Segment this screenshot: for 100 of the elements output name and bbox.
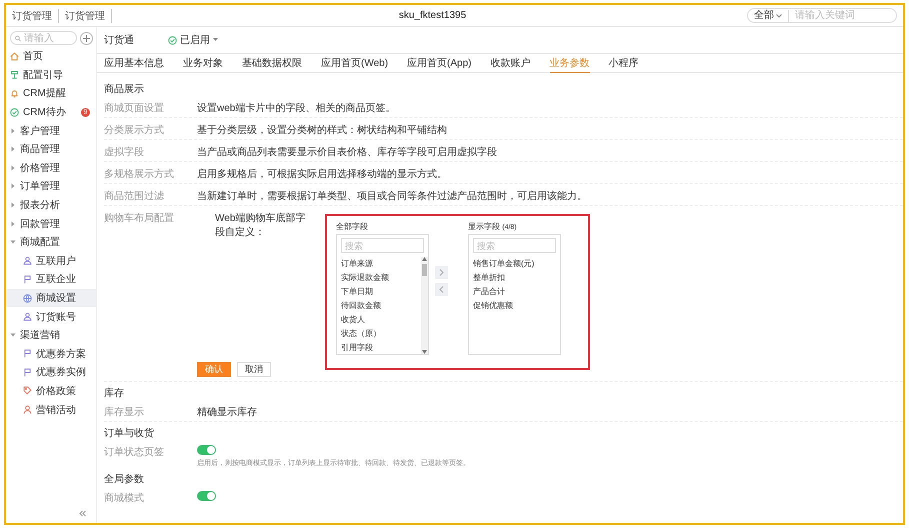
- caret-icon: [10, 332, 16, 338]
- tab[interactable]: 应用首页(Web): [321, 54, 388, 73]
- sidebar-item[interactable]: 优惠券方案: [6, 344, 96, 364]
- signpost-icon: [10, 70, 19, 80]
- page-title: sku_fktest1395: [398, 10, 468, 21]
- caret-icon: [10, 239, 16, 246]
- search-field[interactable]: 搜索: [473, 238, 556, 253]
- section-title: 库存: [104, 386, 125, 400]
- scrollbar[interactable]: [421, 257, 428, 354]
- sidebar-item[interactable]: 价格政策: [6, 382, 96, 400]
- caret-icon: [213, 38, 218, 42]
- list-item[interactable]: 实际退款金额: [341, 271, 421, 285]
- setting-value: 当新建订单时，需要根据订单类型、项目或合同等条件过滤产品范围时，可启用该能力。: [197, 190, 587, 203]
- search-field[interactable]: 搜索: [341, 238, 424, 253]
- list-item[interactable]: 引用字段: [341, 341, 421, 355]
- double-chevron-left-icon: [79, 510, 86, 517]
- sidebar-item[interactable]: 订货账号: [6, 307, 96, 326]
- sidebar-item[interactable]: 配置引导: [6, 66, 96, 84]
- tab[interactable]: 收款账户: [490, 54, 530, 73]
- scroll-up-icon[interactable]: [422, 257, 427, 261]
- setting-label: 多规格展示方式: [104, 168, 175, 181]
- tab[interactable]: 基础数据权限: [242, 54, 302, 73]
- plus-icon: [83, 34, 90, 42]
- list-title: 全部字段: [336, 222, 369, 232]
- setting-label: 虚拟字段: [104, 146, 145, 159]
- collapse-button[interactable]: [79, 510, 86, 517]
- breadcrumb[interactable]: 订货管理: [12, 8, 59, 22]
- list-item[interactable]: 促销优惠额: [473, 299, 560, 313]
- setting-value: 基于分类层级，设置分类树的样式：树状结构和平铺结构: [197, 124, 447, 137]
- tab[interactable]: 应用基本信息: [104, 54, 164, 73]
- bell-icon: [10, 88, 19, 98]
- toggle-switch[interactable]: [197, 491, 216, 501]
- setting-label: 订单状态页签: [104, 446, 165, 459]
- chevron-right-icon: [439, 269, 444, 276]
- caret-icon: [10, 164, 16, 171]
- setting-label: 购物车布局配置: [104, 212, 175, 225]
- list-item[interactable]: 状态（原）: [341, 327, 421, 341]
- list-item[interactable]: 下单日期: [341, 285, 421, 299]
- list-item[interactable]: 整单折扣: [473, 271, 560, 285]
- list-item[interactable]: 收货人: [341, 313, 421, 327]
- globe-icon: [23, 294, 32, 303]
- search-field[interactable]: 请输入: [10, 31, 77, 45]
- sidebar-item[interactable]: 渠道营销: [6, 326, 96, 344]
- sidebar-item[interactable]: 首页: [6, 47, 96, 66]
- check-circle-icon: [10, 108, 19, 117]
- search-icon: [15, 34, 21, 42]
- chevron-left-icon: [439, 286, 444, 293]
- list-item[interactable]: 产品合计: [473, 285, 560, 299]
- caret-icon: [10, 202, 16, 208]
- tab[interactable]: 业务对象: [183, 54, 223, 73]
- setting-label: 库存显示: [104, 406, 145, 419]
- sidebar-item[interactable]: 价格管理: [6, 158, 96, 178]
- add-button[interactable]: [80, 32, 93, 44]
- section-title: 商品展示: [104, 82, 145, 96]
- setting-label: 商品范围过滤: [104, 190, 165, 203]
- list-item[interactable]: 销售订单金额(元): [473, 257, 560, 271]
- list-item[interactable]: 订单来源: [341, 257, 421, 271]
- setting-label: 商城模式: [104, 492, 145, 505]
- scroll-down-icon[interactable]: [422, 350, 427, 354]
- sidebar-item[interactable]: 商品管理: [6, 140, 96, 159]
- cancel-button[interactable]: 取消: [237, 362, 271, 377]
- person-icon: [23, 405, 32, 414]
- caret-icon: [10, 183, 16, 190]
- caret-icon: [10, 128, 16, 134]
- sidebar-item[interactable]: 优惠券实例: [6, 363, 96, 382]
- flag-icon: [23, 274, 32, 284]
- move-left-button[interactable]: [435, 283, 448, 296]
- chevron-down-icon: [776, 14, 782, 18]
- sidebar-item[interactable]: 订单管理: [6, 177, 96, 196]
- check-circle-icon: [168, 36, 177, 44]
- setting-value: 当产品或商品列表需要显示价目表价格、库存等字段可启用虚拟字段: [197, 146, 497, 159]
- list-item[interactable]: 待回款金额: [341, 299, 421, 313]
- sidebar-item[interactable]: CRM提醒: [6, 84, 96, 103]
- app-name: 订货通: [104, 34, 134, 47]
- sidebar-item[interactable]: 营销活动: [6, 400, 96, 419]
- section-title: 全局参数: [104, 472, 145, 486]
- scrollbar-thumb[interactable]: [422, 264, 427, 276]
- user-icon: [23, 256, 32, 266]
- caret-icon: [10, 146, 16, 152]
- status-dropdown[interactable]: 已启用: [168, 33, 218, 47]
- toggle-switch[interactable]: [197, 445, 216, 455]
- scope-dropdown[interactable]: 全部: [754, 10, 789, 22]
- setting-label: 商城页面设置: [104, 102, 165, 115]
- sidebar-item[interactable]: 客户管理: [6, 121, 96, 140]
- caret-icon: [10, 220, 16, 227]
- section-title: 订单与收货: [104, 426, 155, 440]
- tab[interactable]: 小程序: [608, 54, 638, 73]
- sidebar-item[interactable]: 报表分析: [6, 196, 96, 214]
- sidebar-item[interactable]: 商城设置: [6, 288, 96, 308]
- tab[interactable]: 应用首页(App): [407, 54, 472, 73]
- breadcrumb[interactable]: 订货管理: [65, 8, 112, 22]
- user-icon: [23, 312, 32, 322]
- sidebar-item[interactable]: 回款管理: [6, 214, 96, 233]
- sidebar-item[interactable]: 商城配置: [6, 232, 96, 252]
- sidebar-item[interactable]: 互联企业: [6, 270, 96, 289]
- move-right-button[interactable]: [435, 266, 448, 279]
- sidebar-item[interactable]: 互联用户: [6, 252, 96, 270]
- setting-label: 分类展示方式: [104, 124, 165, 137]
- tag-icon: [23, 386, 32, 396]
- setting-value: 设置web端卡片中的字段、相关的商品页签。: [197, 102, 396, 115]
